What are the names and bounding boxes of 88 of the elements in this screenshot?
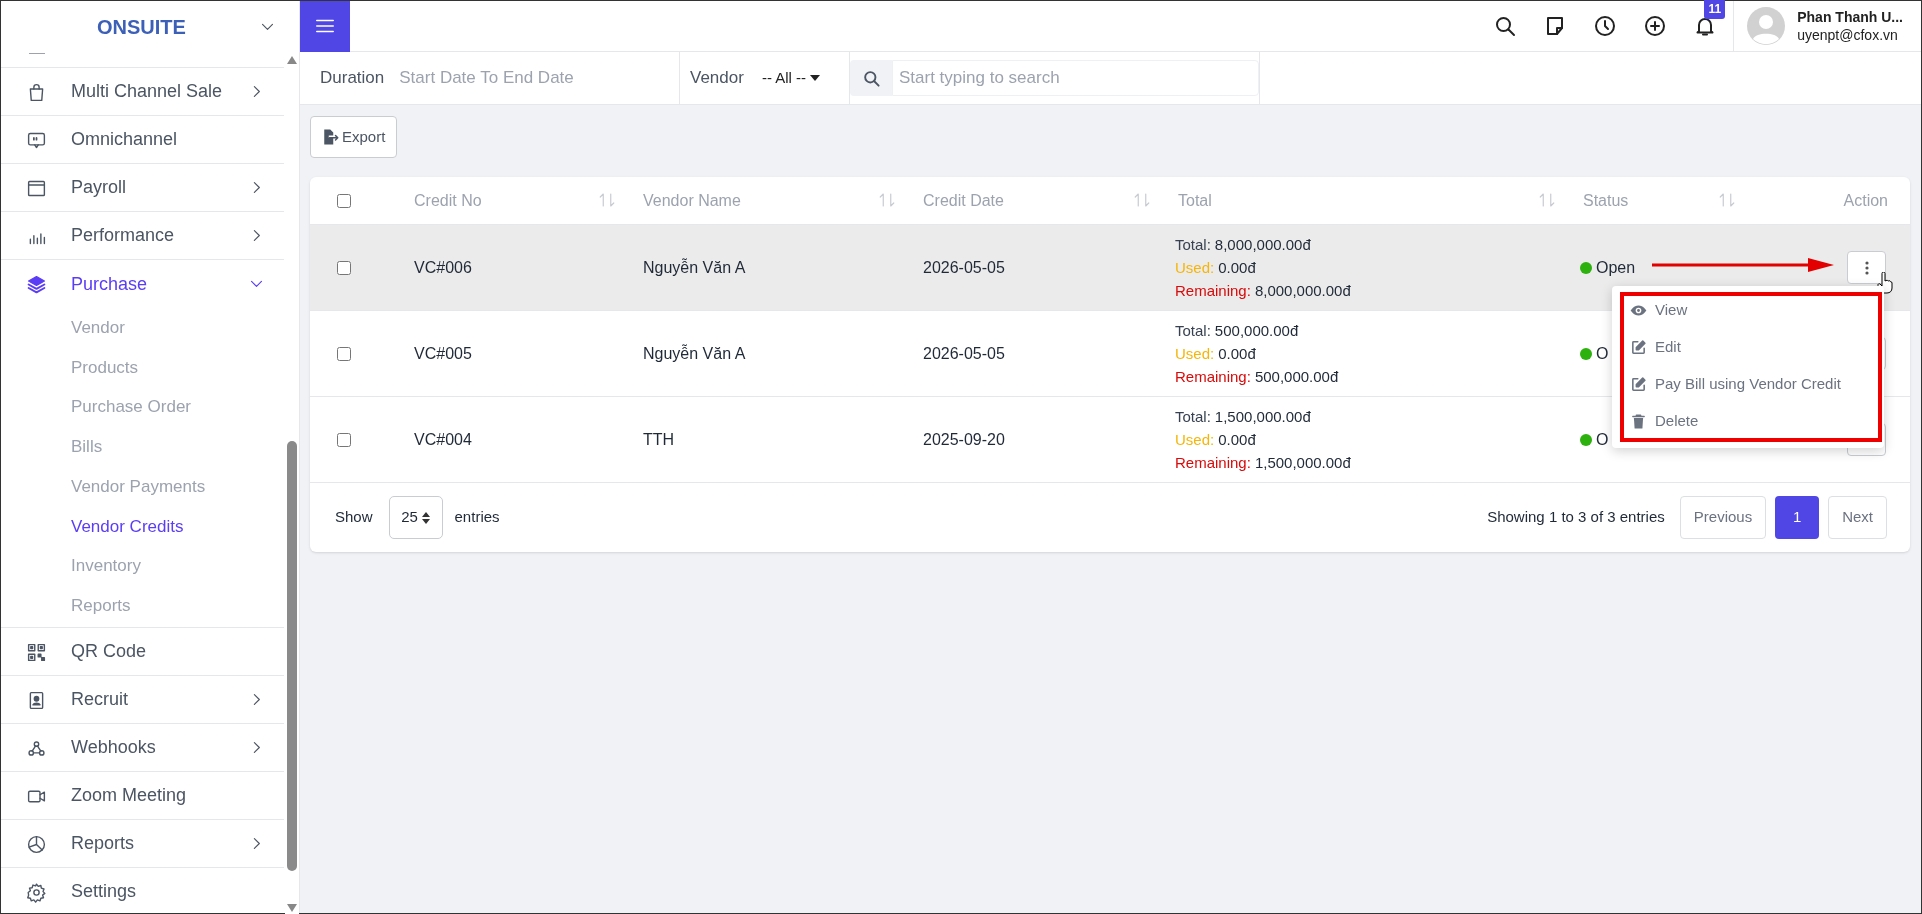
amount-value: 0.00đ	[1218, 344, 1256, 364]
search-field[interactable]: Start typing to search	[892, 60, 1259, 96]
amount-value: 0.00đ	[1218, 258, 1256, 278]
amount-value: 1,500,000.00đ	[1254, 453, 1351, 473]
entries-info: Showing 1 to 3 of 3 entries	[1487, 507, 1665, 528]
brand-logo: ONSUITE	[97, 14, 186, 40]
more-vertical-icon	[1864, 260, 1869, 275]
scroll-down-icon[interactable]	[287, 903, 297, 912]
amount-label: Used:	[1175, 430, 1215, 450]
status-text: O	[1596, 343, 1609, 364]
row-checkbox[interactable]	[337, 432, 351, 447]
amount-value: 8,000,000.00đ	[1254, 281, 1351, 301]
show-label: Show	[335, 507, 373, 528]
file-export-icon	[322, 128, 340, 146]
table-cell: 2026-05-05	[923, 344, 1005, 362]
date-range-field[interactable]: Start Date To End Date	[399, 65, 679, 91]
amount-label: Remaining:	[1175, 367, 1251, 387]
vendor-select[interactable]: -- All --	[761, 66, 821, 90]
page-size-select[interactable]: 25	[388, 496, 443, 539]
table-cell: VC#004	[414, 430, 472, 448]
entries-label: entries	[454, 507, 500, 528]
scroll-up-icon[interactable]	[287, 56, 297, 64]
pie-chart-icon	[26, 833, 47, 855]
sort-caret-icon	[421, 511, 430, 524]
search-button[interactable]	[850, 60, 892, 96]
submenu-item[interactable]: Vendor Credits	[1, 506, 284, 547]
edit-icon	[1630, 339, 1647, 356]
menu-item[interactable]: Edit	[1630, 329, 1841, 366]
amount-label: Total:	[1175, 321, 1211, 341]
amount-label: Used:	[1175, 258, 1215, 278]
user-email: uyenpt@cfox.vn	[1797, 26, 1899, 44]
sidebar-item[interactable]: Webhooks	[1, 723, 284, 772]
sidebar-item[interactable]: Zoom Meeting	[1, 771, 284, 820]
table-cell: VC#006	[414, 258, 472, 276]
user-name: Phan Thanh U...	[1797, 8, 1903, 26]
amount-value: 500,000.00đ	[1254, 367, 1339, 387]
settings-icon	[26, 881, 47, 903]
amount-label: Remaining:	[1175, 281, 1251, 301]
table-cell: Nguyễn Văn A	[643, 258, 746, 276]
add-icon[interactable]	[1643, 14, 1668, 38]
search-icon[interactable]	[1493, 14, 1518, 38]
vendor-label: Vendor	[690, 67, 744, 90]
previous-button[interactable]: Previous	[1679, 496, 1767, 539]
sidebar-item[interactable]: Performance	[1, 212, 284, 260]
duration-label: Duration	[320, 67, 385, 90]
amount-label: Used:	[1175, 344, 1215, 364]
amount-value: 0.00đ	[1218, 430, 1256, 450]
amount-label: Remaining:	[1175, 453, 1251, 473]
table-cell: 2026-05-05	[923, 258, 1005, 276]
amount-value: 500,000.00đ	[1214, 321, 1299, 341]
table-cell: 2025-09-20	[923, 430, 1005, 448]
sidebar-item[interactable]: Purchase	[1, 260, 284, 308]
sidebar-item[interactable]: Settings	[1, 867, 284, 914]
sidebar-item[interactable]: Multi Channel Sale	[1, 68, 284, 116]
sidebar-item[interactable]: Payroll	[1, 164, 284, 212]
menu-item[interactable]: Delete	[1630, 403, 1841, 440]
export-button[interactable]: Export	[310, 116, 398, 158]
row-checkbox[interactable]	[337, 260, 351, 275]
trash-icon	[1630, 413, 1647, 430]
caret-icon	[810, 75, 821, 81]
amount-label: Total:	[1175, 407, 1211, 427]
more-button[interactable]	[1847, 251, 1886, 284]
next-button[interactable]: Next	[1828, 496, 1887, 539]
amount-value: 1,500,000.00đ	[1214, 407, 1311, 427]
scrollbar-thumb[interactable]	[287, 441, 297, 871]
sidebar-item[interactable]: Reports	[1, 819, 284, 868]
sidebar-item[interactable]: Recruit	[1, 675, 284, 724]
chat-bubble-icon	[26, 130, 47, 151]
page-button[interactable]: 1	[1775, 496, 1820, 539]
table-cell: VC#005	[414, 344, 472, 362]
sidebar-item[interactable]: Omnichannel	[1, 116, 284, 164]
clock-icon[interactable]	[1593, 14, 1618, 38]
row-checkbox[interactable]	[337, 346, 351, 361]
layers-icon	[26, 274, 47, 295]
qr-code-icon	[26, 641, 47, 663]
edit-icon	[1630, 376, 1647, 393]
search-icon	[861, 68, 881, 88]
table-cell: TTH	[643, 430, 675, 448]
window-icon	[26, 178, 47, 199]
select-all-checkbox[interactable]	[337, 193, 351, 208]
status-text: Open	[1596, 257, 1636, 278]
status-text: O	[1596, 429, 1609, 450]
table-cell: Nguyễn Văn A	[643, 344, 746, 362]
amount-value: 8,000,000.00đ	[1214, 235, 1311, 255]
notification-count: 11	[1704, 0, 1726, 19]
menu-button[interactable]	[300, 0, 350, 52]
amount-label: Total:	[1175, 235, 1211, 255]
sidebar-item[interactable]: QR Code	[1, 627, 284, 676]
